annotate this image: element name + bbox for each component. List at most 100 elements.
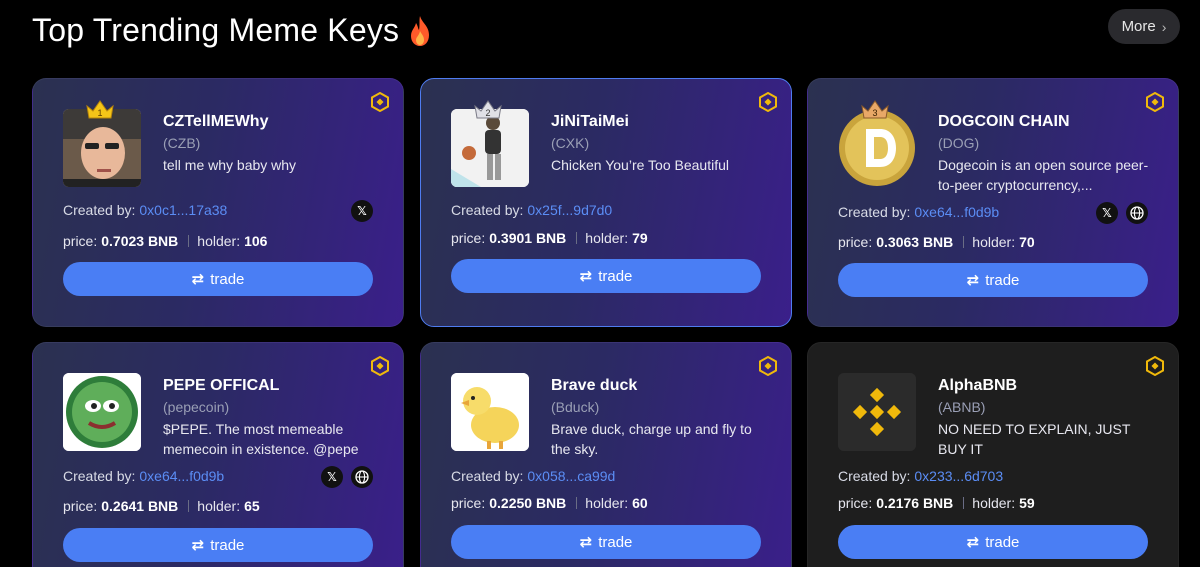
trade-button[interactable]: ⇄ trade <box>451 259 761 293</box>
token-name[interactable]: JiNiTaiMei <box>551 113 629 131</box>
rank-crown-icon: 1 <box>86 100 114 119</box>
creator-address-link[interactable]: 0xe64...f0d9b <box>139 468 224 484</box>
created-by: Created by: 0x0c1...17a38 <box>63 202 227 218</box>
bnb-chain-icon <box>371 356 389 376</box>
holder-label: holder: <box>585 495 629 511</box>
token-name[interactable]: CZTellMEWhy <box>163 113 268 131</box>
creator-address-link[interactable]: 0x233...6d703 <box>914 468 1003 484</box>
price-value: 0.7023 BNB <box>101 233 179 249</box>
trade-label: trade <box>985 271 1020 289</box>
creator-address-link[interactable]: 0x0c1...17a38 <box>139 202 227 218</box>
price-label: price: <box>63 498 98 514</box>
avatar <box>451 373 529 451</box>
social-links: 𝕏 <box>1096 202 1148 224</box>
holder-value: 79 <box>632 230 648 246</box>
token-stats: price: 0.7023 BNB holder: 106 <box>63 233 267 249</box>
token-symbol: (pepecoin) <box>163 399 230 415</box>
rank-crown-icon: 2 <box>474 100 502 119</box>
price-label: price: <box>838 234 873 250</box>
token-symbol: (CZB) <box>163 135 201 151</box>
avatar-wrap: 2 <box>451 100 529 187</box>
avatar <box>451 109 529 187</box>
price-label: price: <box>451 495 486 511</box>
token-card[interactable]: 3 DOGCOIN CHAIN (DOG) Dogecoin is an ope… <box>807 78 1179 327</box>
bnb-chain-icon <box>759 92 777 112</box>
token-card[interactable]: 1 CZTellMEWhy (CZB) tell me why baby why… <box>32 78 404 327</box>
avatar-wrap <box>838 373 916 451</box>
token-name[interactable]: DOGCOIN CHAIN <box>938 113 1070 131</box>
holder-label: holder: <box>972 234 1016 250</box>
price-value: 0.3901 BNB <box>489 230 567 246</box>
token-stats: price: 0.2641 BNB holder: 65 <box>63 498 260 514</box>
created-label: Created by: <box>451 202 524 218</box>
token-name[interactable]: PEPE OFFICAL <box>163 377 279 395</box>
holder-label: holder: <box>585 230 629 246</box>
creator-address-link[interactable]: 0x058...ca99d <box>527 468 615 484</box>
bnb-chain-icon <box>371 92 389 112</box>
rank-crown-icon: 3 <box>861 100 889 119</box>
avatar-wrap <box>63 373 141 451</box>
created-label: Created by: <box>63 202 136 218</box>
bnb-chain-icon <box>1146 356 1164 376</box>
price-value: 0.2641 BNB <box>101 498 179 514</box>
rank-number: 3 <box>872 108 877 118</box>
token-description: Brave duck, charge up and fly to the sky… <box>551 421 752 457</box>
token-symbol: (Bduck) <box>551 399 600 415</box>
token-description: tell me why baby why <box>163 157 297 173</box>
bnb-chain-icon <box>1146 92 1164 112</box>
created-label: Created by: <box>838 204 911 220</box>
swap-icon: ⇄ <box>966 272 980 289</box>
token-card[interactable]: AlphaBNB (ABNB) NO NEED TO EXPLAIN, JUST… <box>807 342 1179 567</box>
trade-label: trade <box>985 533 1020 551</box>
x-icon[interactable]: 𝕏 <box>351 200 373 222</box>
x-icon[interactable]: 𝕏 <box>1096 202 1118 224</box>
price-value: 0.3063 BNB <box>876 234 954 250</box>
token-description: NO NEED TO EXPLAIN, JUST BUY IT <box>938 421 1131 457</box>
token-stats: price: 0.2176 BNB holder: 59 <box>838 495 1035 511</box>
holder-label: holder: <box>197 233 241 249</box>
avatar <box>838 373 916 451</box>
trade-label: trade <box>598 533 633 551</box>
swap-icon: ⇄ <box>579 534 593 551</box>
rank-number: 2 <box>485 108 490 118</box>
avatar <box>63 373 141 451</box>
token-card[interactable]: 2 JiNiTaiMei (CXK) Chicken You’re Too Be… <box>420 78 792 327</box>
swap-icon: ⇄ <box>191 271 205 288</box>
token-stats: price: 0.3063 BNB holder: 70 <box>838 234 1035 250</box>
token-description: Chicken You’re Too Beautiful <box>551 157 729 173</box>
trade-button[interactable]: ⇄ trade <box>838 525 1148 559</box>
token-symbol: (ABNB) <box>938 399 986 415</box>
token-card[interactable]: PEPE OFFICAL (pepecoin) $PEPE. The most … <box>32 342 404 567</box>
avatar-wrap: 3 <box>838 100 916 187</box>
token-description: Dogecoin is an open source peer-to-peer … <box>938 157 1149 193</box>
token-card[interactable]: Brave duck (Bduck) Brave duck, charge up… <box>420 342 792 567</box>
trade-label: trade <box>210 536 245 554</box>
swap-icon: ⇄ <box>966 534 980 551</box>
created-by: Created by: 0x25f...9d7d0 <box>451 202 612 218</box>
token-symbol: (CXK) <box>551 135 590 151</box>
creator-address-link[interactable]: 0xe64...f0d9b <box>914 204 999 220</box>
avatar-wrap <box>451 373 529 451</box>
holder-label: holder: <box>197 498 241 514</box>
creator-address-link[interactable]: 0x25f...9d7d0 <box>527 202 612 218</box>
globe-icon[interactable] <box>351 466 373 488</box>
holder-label: holder: <box>972 495 1016 511</box>
trade-label: trade <box>598 267 633 285</box>
trade-button[interactable]: ⇄ trade <box>451 525 761 559</box>
token-description: $PEPE. The most memeable memecoin in exi… <box>163 421 359 457</box>
holder-value: 65 <box>244 498 260 514</box>
token-name[interactable]: AlphaBNB <box>938 377 1017 395</box>
price-label: price: <box>63 233 98 249</box>
price-label: price: <box>451 230 486 246</box>
trade-button[interactable]: ⇄ trade <box>63 528 373 562</box>
trade-button[interactable]: ⇄ trade <box>838 263 1148 297</box>
x-icon[interactable]: 𝕏 <box>321 466 343 488</box>
price-label: price: <box>838 495 873 511</box>
trade-button[interactable]: ⇄ trade <box>63 262 373 296</box>
globe-icon[interactable] <box>1126 202 1148 224</box>
trade-label: trade <box>210 270 245 288</box>
token-stats: price: 0.3901 BNB holder: 79 <box>451 230 648 246</box>
created-label: Created by: <box>451 468 524 484</box>
token-name[interactable]: Brave duck <box>551 377 637 395</box>
swap-icon: ⇄ <box>579 268 593 285</box>
